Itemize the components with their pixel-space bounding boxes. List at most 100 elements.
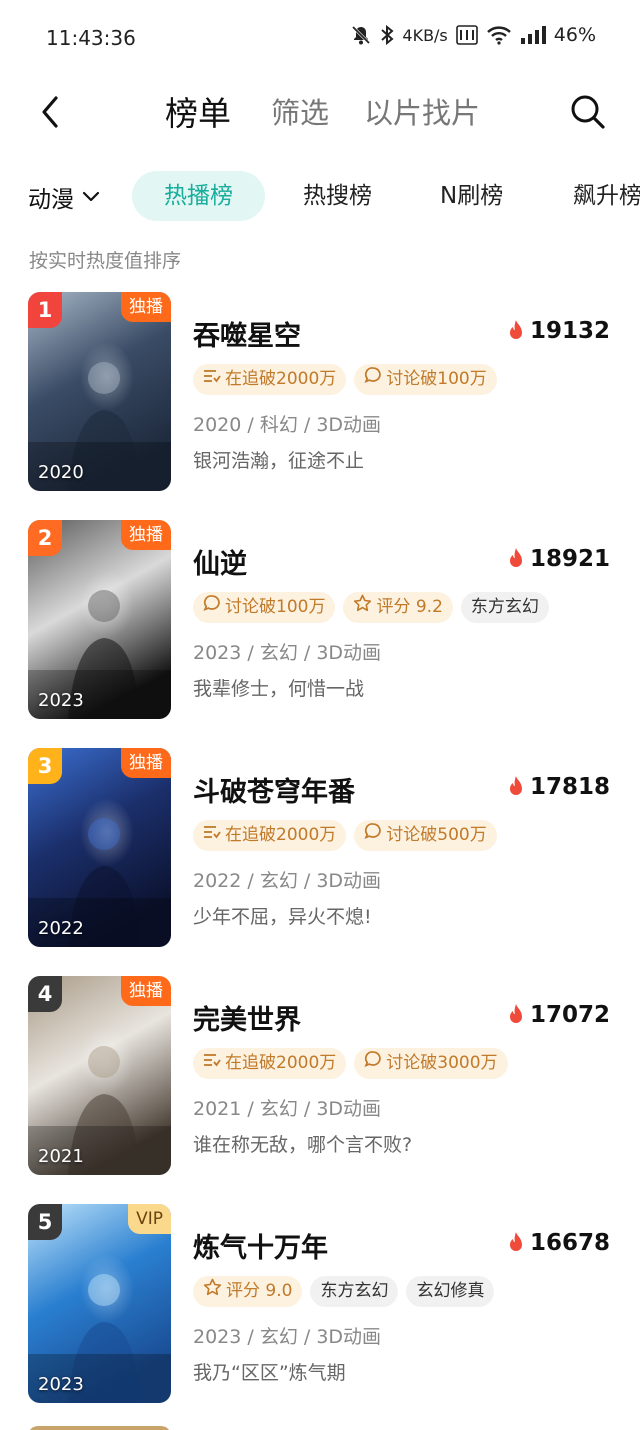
volte-icon [455,25,478,45]
show-description: 银河浩瀚，征途不止 [193,450,365,472]
poster-year: 2022 [38,918,84,939]
tag: 讨论破500万 [354,820,497,851]
show-description: 我乃“区区”炼气期 [193,1362,346,1384]
tag: 玄幻修真 [406,1276,495,1307]
tag-label: 讨论破100万 [225,597,326,617]
tag-label: 评分 9.2 [376,597,443,617]
tag-label: 讨论破3000万 [386,1053,498,1073]
bluetooth-icon [381,24,394,46]
show-title[interactable]: 炼气十万年 [193,1226,328,1265]
category-dropdown[interactable]: 动漫 [28,180,100,214]
tracking-icon [203,364,221,395]
tag: 在追破2000万 [193,820,347,851]
list-item[interactable]: 4 独播 2021 完美世界 17072 在追破2000万 讨论破3000万 2… [0,976,640,1176]
poster-year: 2020 [38,462,84,483]
tab-ranking[interactable]: 榜单 [165,87,231,135]
tag-label: 玄幻修真 [416,1281,485,1301]
show-meta: 2023 / 玄幻 / 3D动画 [193,642,382,664]
heat-score: 17818 [506,774,610,800]
show-meta: 2021 / 玄幻 / 3D动画 [193,1098,382,1120]
show-title[interactable]: 完美世界 [193,998,301,1037]
poster[interactable]: 4 独播 2021 [28,976,171,1175]
heat-value: 17072 [529,1002,610,1028]
chevron-down-icon [82,191,100,202]
top-nav: 榜单 筛选 以片找片 [0,80,640,144]
poster[interactable]: 1 独播 2020 [28,292,171,491]
tag: 评分 9.0 [193,1276,303,1307]
mute-bell-icon [352,25,371,45]
list-item[interactable]: 5 VIP 2023 炼气十万年 16678 评分 9.0 东方玄幻 玄幻修真 … [0,1204,640,1404]
battery-percent: 46% [553,24,596,46]
tag: 讨论破3000万 [354,1048,508,1079]
list-item[interactable]: 1 独播 2020 吞噬星空 19132 在追破2000万 讨论破100万 20… [0,292,640,492]
show-title[interactable]: 仙逆 [193,542,247,581]
tag-label: 在追破2000万 [225,825,337,845]
list-item[interactable]: 3 独播 2022 斗破苍穹年番 17818 在追破2000万 讨论破500万 … [0,748,640,948]
tag-label: 东方玄幻 [320,1281,389,1301]
comment-icon [203,592,221,623]
tag: 评分 9.2 [343,592,453,623]
rank-badge: 1 [28,292,62,328]
tag: 讨论破100万 [193,592,336,623]
tag: 讨论破100万 [354,364,497,395]
signal-icon [520,26,546,44]
exclusive-badge: 独播 [121,976,171,1006]
status-bar: 11:43:36 4KB/s 46% [0,0,640,76]
tag-label: 东方玄幻 [470,597,539,617]
tag-label: 在追破2000万 [225,1053,337,1073]
tag-label: 讨论破500万 [386,825,487,845]
tag-label: 讨论破100万 [386,369,487,389]
chip-rewatch[interactable]: N刷榜 [408,171,535,221]
filter-row: 动漫 热播榜 热搜榜 N刷榜 飙升榜 [0,170,640,222]
poster-year: 2021 [38,1146,84,1167]
tag-label: 评分 9.0 [226,1281,293,1301]
sort-hint: 按实时热度值排序 [29,250,182,272]
show-title[interactable]: 斗破苍穹年番 [193,770,355,809]
fire-icon [509,1004,522,1023]
heat-score: 18921 [506,546,610,572]
chip-hot-search[interactable]: 热搜榜 [271,171,404,221]
show-meta: 2022 / 玄幻 / 3D动画 [193,870,382,892]
rank-badge: 5 [28,1204,62,1240]
poster[interactable]: 5 VIP 2023 [28,1204,171,1403]
tab-find-by-clip[interactable]: 以片找片 [364,90,480,132]
list-item[interactable]: 2 独播 2023 仙逆 18921 讨论破100万 评分 9.2 东方玄幻 2… [0,520,640,720]
tag-row: 讨论破100万 评分 9.2 东方玄幻 [193,592,549,623]
comment-icon [364,820,382,851]
tag-row: 在追破2000万 讨论破500万 [193,820,497,851]
show-description: 少年不屈，异火不熄! [193,906,372,928]
rank-badge: 4 [28,976,62,1012]
tab-filter[interactable]: 筛选 [271,90,329,132]
exclusive-badge: 独播 [121,292,171,322]
chip-rising[interactable]: 飙升榜 [541,171,640,221]
poster-year: 2023 [38,1374,84,1395]
poster[interactable]: 2 独播 2023 [28,520,171,719]
heat-score: 17072 [506,1002,610,1028]
show-title[interactable]: 吞噬星空 [193,314,301,353]
network-speed: 4KB/s [402,25,448,45]
status-icons: 4KB/s 46% [350,24,596,46]
tag-row: 在追破2000万 讨论破3000万 [193,1048,508,1079]
category-label: 动漫 [28,187,74,213]
fire-icon [509,1232,522,1251]
tag: 在追破2000万 [193,364,347,395]
comment-icon [364,1048,382,1079]
vip-badge: VIP [128,1204,171,1234]
back-icon[interactable] [34,92,70,132]
heat-score: 19132 [506,318,610,344]
tag: 东方玄幻 [310,1276,399,1307]
tracking-icon [203,1048,221,1079]
chip-hot-play[interactable]: 热播榜 [132,171,265,221]
tag-label: 在追破2000万 [225,369,337,389]
show-meta: 2020 / 科幻 / 3D动画 [193,414,382,436]
exclusive-badge: 独播 [121,748,171,778]
fire-icon [509,320,522,339]
poster[interactable]: 3 独播 2022 [28,748,171,947]
rank-badge: 2 [28,520,62,556]
show-meta: 2023 / 玄幻 / 3D动画 [193,1326,382,1348]
search-icon[interactable] [568,92,608,132]
next-poster-peek [28,1426,171,1430]
heat-value: 16678 [529,1230,610,1256]
fire-icon [509,776,522,795]
tag-row: 在追破2000万 讨论破100万 [193,364,497,395]
